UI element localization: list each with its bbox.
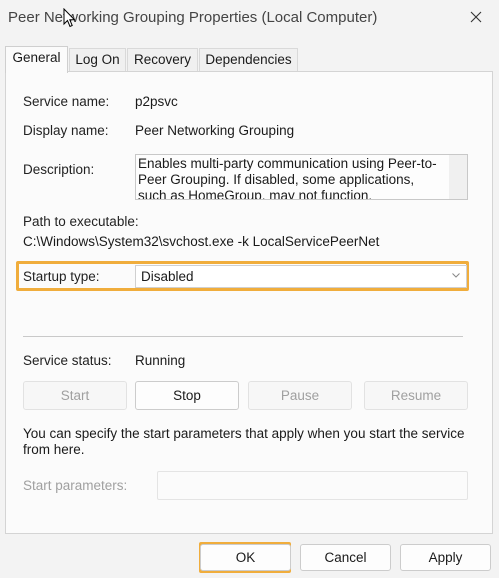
startup-type-value: Disabled: [141, 269, 194, 284]
start-params-label: Start parameters:: [23, 478, 128, 493]
description-label: Description:: [23, 162, 95, 177]
tab-recovery[interactable]: Recovery: [127, 48, 198, 72]
start-params-input[interactable]: [157, 471, 468, 500]
general-panel: Service name: p2psvc Display name: Peer …: [5, 71, 493, 534]
description-scrollbar[interactable]: [449, 155, 467, 199]
ok-button[interactable]: OK: [200, 544, 291, 571]
start-button[interactable]: Start: [23, 381, 127, 410]
path-label: Path to executable:: [23, 214, 139, 229]
apply-button[interactable]: Apply: [400, 544, 491, 571]
description-box[interactable]: Enables multi-party communication using …: [135, 154, 468, 200]
resume-button[interactable]: Resume: [364, 381, 468, 410]
cancel-button[interactable]: Cancel: [300, 544, 391, 571]
display-name-value: Peer Networking Grouping: [135, 123, 295, 138]
startup-type-select[interactable]: Disabled: [135, 265, 467, 288]
service-status-label: Service status:: [23, 353, 112, 368]
tab-general[interactable]: General: [5, 46, 68, 73]
service-name-value: p2psvc: [135, 94, 178, 109]
chevron-down-icon: [452, 273, 460, 278]
description-text: Enables multi-party communication using …: [138, 156, 437, 200]
tab-log-on[interactable]: Log On: [69, 48, 126, 72]
startup-type-label: Startup type:: [23, 269, 100, 284]
mouse-pointer-icon: [63, 8, 76, 28]
divider: [23, 336, 463, 337]
tab-dependencies[interactable]: Dependencies: [199, 48, 298, 72]
start-params-info: You can specify the start parameters tha…: [23, 426, 465, 457]
service-name-label: Service name:: [23, 94, 110, 109]
service-status-value: Running: [135, 353, 186, 368]
stop-button[interactable]: Stop: [135, 381, 239, 410]
close-icon: [470, 11, 482, 23]
close-button[interactable]: [453, 0, 499, 34]
display-name-label: Display name:: [23, 123, 109, 138]
path-value: C:\Windows\System32\svchost.exe -k Local…: [23, 234, 380, 249]
pause-button[interactable]: Pause: [248, 381, 352, 410]
